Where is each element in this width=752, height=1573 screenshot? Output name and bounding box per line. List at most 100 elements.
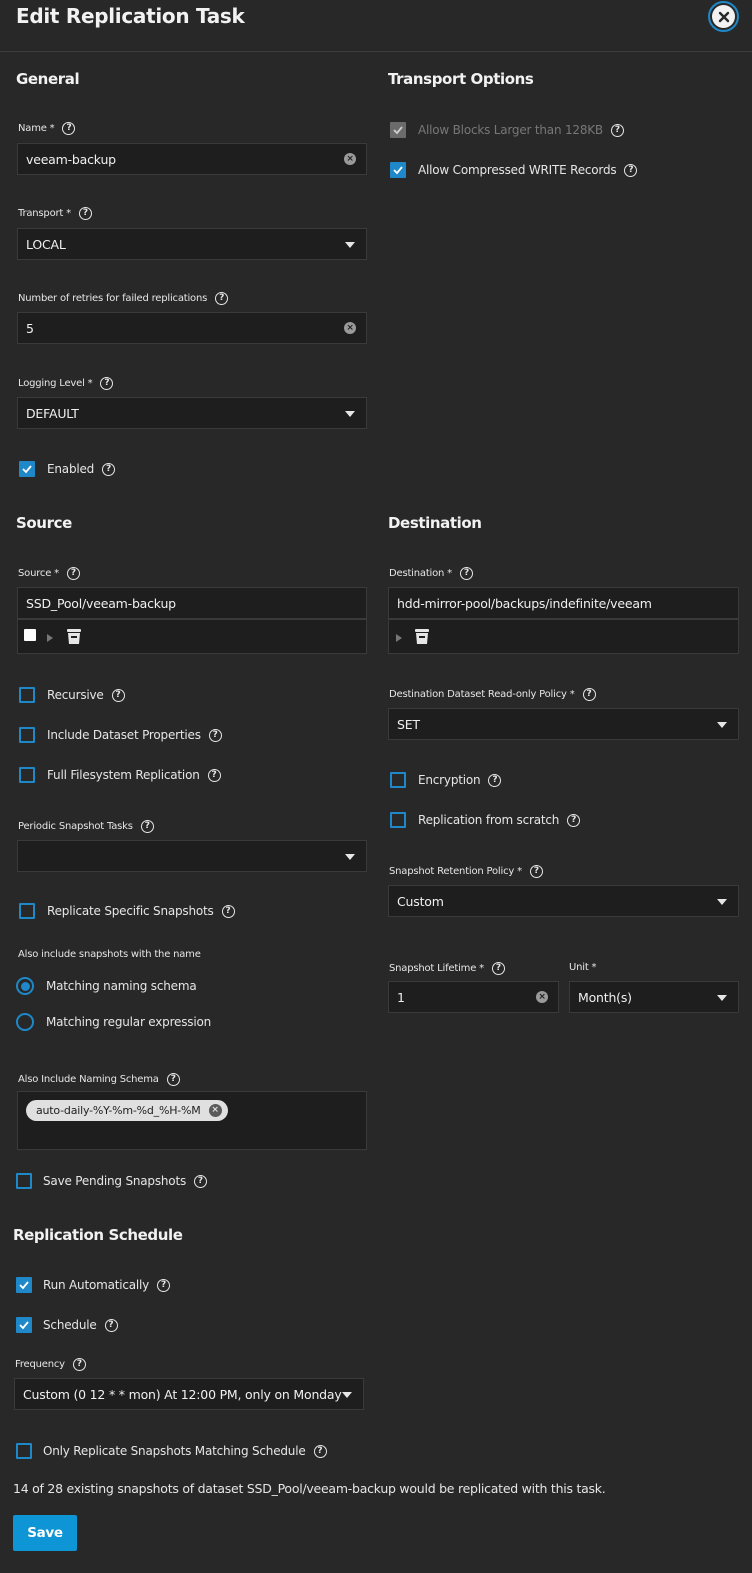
checkbox-unchecked[interactable]: [19, 687, 35, 703]
section-source: Source: [16, 514, 72, 532]
radio-regex[interactable]: Matching regular expression: [16, 1013, 211, 1031]
checkbox-unchecked[interactable]: [16, 1443, 32, 1459]
naming-schema-label: Also Include Naming Schema?: [18, 1073, 180, 1086]
checkbox-unchecked[interactable]: [16, 1173, 32, 1189]
checkbox-unchecked[interactable]: [390, 772, 406, 788]
chevron-down-icon: [717, 899, 727, 905]
checkbox-unchecked[interactable]: [19, 903, 35, 919]
frequency-select[interactable]: Custom (0 12 * * mon) At 12:00 PM, only …: [14, 1378, 364, 1410]
transport-label: Transport *?: [18, 207, 92, 220]
checkbox-checked[interactable]: [19, 461, 35, 477]
help-icon[interactable]: ?: [582, 688, 596, 701]
help-icon[interactable]: ?: [459, 567, 473, 580]
help-icon[interactable]: ?: [72, 1358, 86, 1371]
destination-tree[interactable]: [388, 619, 739, 654]
help-icon[interactable]: ?: [66, 567, 80, 580]
help-icon[interactable]: ?: [215, 292, 229, 305]
dialog-title: Edit Replication Task: [16, 4, 245, 28]
help-icon[interactable]: ?: [529, 865, 543, 878]
save-button[interactable]: Save: [13, 1515, 77, 1551]
logging-label: Logging Level *?: [18, 377, 114, 390]
radio-selected[interactable]: [16, 977, 34, 995]
include-props-checkbox[interactable]: Include Dataset Properties ?: [19, 727, 222, 743]
chevron-down-icon: [717, 995, 727, 1001]
checkbox-unchecked[interactable]: [19, 727, 35, 743]
help-icon[interactable]: ?: [104, 1318, 118, 1332]
help-icon[interactable]: ?: [610, 123, 624, 137]
periodic-label: Periodic Snapshot Tasks?: [18, 820, 154, 833]
clear-icon[interactable]: ×: [344, 153, 356, 165]
checkbox-checked[interactable]: [16, 1277, 32, 1293]
help-icon[interactable]: ?: [78, 207, 92, 220]
help-icon[interactable]: ?: [62, 122, 76, 135]
schema-chip[interactable]: auto-daily-%Y-%m-%d_%H-%M ×: [26, 1100, 228, 1121]
only-matching-checkbox[interactable]: Only Replicate Snapshots Matching Schedu…: [16, 1443, 327, 1459]
checkbox-disabled: [390, 122, 406, 138]
clear-icon[interactable]: ×: [344, 322, 356, 334]
from-scratch-checkbox[interactable]: Replication from scratch ?: [390, 812, 581, 828]
tree-checkbox[interactable]: [24, 629, 36, 641]
specific-snapshots-checkbox[interactable]: Replicate Specific Snapshots ?: [19, 903, 235, 919]
help-icon[interactable]: ?: [102, 462, 116, 476]
logging-select[interactable]: DEFAULT: [17, 397, 367, 429]
recursive-checkbox[interactable]: Recursive ?: [19, 687, 125, 703]
full-fs-checkbox[interactable]: Full Filesystem Replication ?: [19, 767, 221, 783]
expand-icon[interactable]: [47, 634, 53, 642]
lifetime-input[interactable]: 1 ×: [388, 981, 559, 1013]
help-icon[interactable]: ?: [111, 688, 125, 702]
checkbox-checked[interactable]: [16, 1317, 32, 1333]
section-replication-schedule: Replication Schedule: [13, 1226, 183, 1244]
unit-select[interactable]: Month(s): [569, 981, 739, 1013]
checkbox-unchecked[interactable]: [19, 767, 35, 783]
source-tree[interactable]: [17, 619, 367, 654]
destination-input[interactable]: hdd-mirror-pool/backups/indefinite/veeam: [388, 587, 739, 619]
section-destination: Destination: [388, 514, 482, 532]
help-icon[interactable]: ?: [207, 768, 221, 782]
encryption-checkbox[interactable]: Encryption ?: [390, 772, 502, 788]
section-transport-options: Transport Options: [388, 70, 534, 88]
checkbox-unchecked[interactable]: [390, 812, 406, 828]
compressed-checkbox[interactable]: Allow Compressed WRITE Records ?: [390, 162, 638, 178]
naming-schema-chips[interactable]: auto-daily-%Y-%m-%d_%H-%M ×: [17, 1091, 367, 1150]
large-blocks-checkbox: Allow Blocks Larger than 128KB ?: [390, 122, 624, 138]
help-icon[interactable]: ?: [157, 1278, 171, 1292]
help-icon[interactable]: ?: [208, 728, 222, 742]
transport-select[interactable]: LOCAL: [17, 228, 367, 260]
remove-chip-icon[interactable]: ×: [208, 1104, 222, 1117]
help-icon[interactable]: ?: [166, 1073, 180, 1086]
run-auto-checkbox[interactable]: Run Automatically ?: [16, 1277, 171, 1293]
schedule-checkbox[interactable]: Schedule ?: [16, 1317, 118, 1333]
name-input[interactable]: veeam-backup ×: [17, 143, 367, 175]
help-icon[interactable]: ?: [194, 1174, 208, 1188]
close-button[interactable]: [708, 1, 739, 32]
retention-select[interactable]: Custom: [388, 885, 739, 917]
save-pending-checkbox[interactable]: Save Pending Snapshots ?: [16, 1173, 208, 1189]
source-input[interactable]: SSD_Pool/veeam-backup: [17, 587, 367, 619]
help-icon[interactable]: ?: [488, 773, 502, 787]
expand-icon[interactable]: [396, 634, 402, 642]
help-icon[interactable]: ?: [567, 813, 581, 827]
help-icon[interactable]: ?: [221, 904, 235, 918]
also-include-label: Also include snapshots with the name: [18, 949, 201, 960]
help-icon[interactable]: ?: [140, 820, 154, 833]
help-icon[interactable]: ?: [491, 962, 505, 975]
snapshot-count-info: 14 of 28 existing snapshots of dataset S…: [13, 1481, 606, 1496]
source-label: Source *?: [18, 567, 80, 580]
help-icon[interactable]: ?: [624, 163, 638, 177]
dataset-icon: [66, 628, 82, 650]
radio-unselected[interactable]: [16, 1013, 34, 1031]
readonly-policy-label: Destination Dataset Read-only Policy *?: [389, 688, 596, 701]
readonly-policy-select[interactable]: SET: [388, 708, 739, 740]
name-label: Name *?: [18, 122, 76, 135]
periodic-select[interactable]: [17, 840, 367, 872]
radio-naming-schema[interactable]: Matching naming schema: [16, 977, 197, 995]
chevron-down-icon: [345, 854, 355, 860]
chevron-down-icon: [345, 242, 355, 248]
retries-input[interactable]: 5 ×: [17, 312, 367, 344]
clear-icon[interactable]: ×: [536, 991, 548, 1003]
help-icon[interactable]: ?: [100, 377, 114, 390]
checkbox-checked[interactable]: [390, 162, 406, 178]
help-icon[interactable]: ?: [313, 1444, 327, 1458]
enabled-checkbox[interactable]: Enabled ?: [19, 461, 116, 477]
section-general: General: [16, 70, 80, 88]
